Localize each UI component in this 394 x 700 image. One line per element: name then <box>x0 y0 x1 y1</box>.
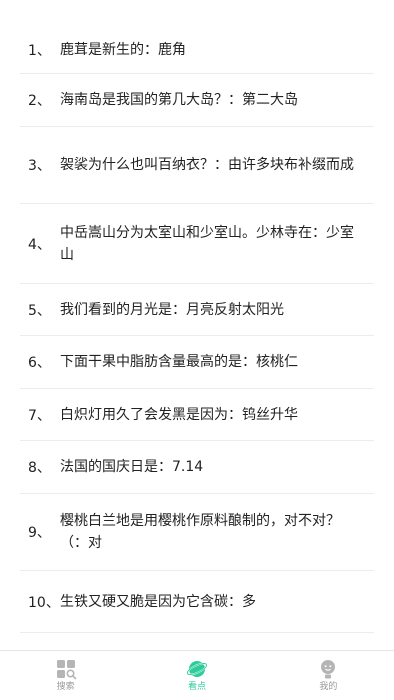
list-item[interactable]: 1、 鹿茸是新生的：鹿角 <box>20 26 374 74</box>
list-item[interactable]: 4、 中岳嵩山分为太室山和少室山。少林寺在：少室山 <box>20 204 374 284</box>
tab-mine[interactable]: 我的 <box>263 651 394 700</box>
item-number: 3、 <box>28 158 51 174</box>
item-text: 鹿茸是新生的：鹿角 <box>60 41 186 58</box>
item-text: 中岳嵩山分为太室山和少室山。少林寺在：少室山 <box>60 224 354 263</box>
item-text: 樱桃白兰地是用樱桃作原料酿制的，对不对？（：对 <box>60 513 340 551</box>
item-text: 海南岛是我国的第几大岛？：第二大岛 <box>60 92 298 108</box>
list-item[interactable]: 3、 袈裟为什么也叫百纳衣？：由许多块布补缀而成 <box>20 127 374 204</box>
item-text: 法国的国庆日是：7.14 <box>60 459 204 475</box>
list-item[interactable]: 9、 樱桃白兰地是用樱桃作原料酿制的，对不对？（：对 <box>20 494 374 571</box>
tab-look[interactable]: 看点 <box>131 651 262 700</box>
item-number: 4、 <box>28 236 51 253</box>
grid-search-icon <box>56 660 76 680</box>
person-icon <box>321 660 336 679</box>
item-number: 7、 <box>28 407 51 424</box>
list-item[interactable]: 7、 白炽灯用久了会发黑是因为：钨丝升华 <box>20 389 374 441</box>
planet-icon <box>186 661 208 677</box>
bottom-tab-bar: 搜索 看点 我的 <box>0 650 394 700</box>
item-number: 1、 <box>28 42 51 59</box>
list-item[interactable]: 5、 我们看到的月光是：月亮反射太阳光 <box>20 284 374 336</box>
item-number: 8、 <box>28 460 51 476</box>
item-number: 9、 <box>28 525 51 541</box>
item-number: 5、 <box>28 302 51 319</box>
item-number: 10、 <box>28 594 60 611</box>
item-text: 我们看到的月光是：月亮反射太阳光 <box>60 301 284 318</box>
list-item[interactable]: 8、 法国的国庆日是：7.14 <box>20 441 374 494</box>
item-text: 袈裟为什么也叫百纳衣？：由许多块布补缀而成 <box>60 157 354 173</box>
list-item[interactable]: 10、 生铁又硬又脆是因为它含碳：多 <box>20 571 374 633</box>
list-item[interactable]: 2、 海南岛是我国的第几大岛？：第二大岛 <box>20 74 374 127</box>
item-text: 生铁又硬又脆是因为它含碳：多 <box>60 593 256 610</box>
item-text: 下面干果中脂肪含量最高的是：核桃仁 <box>60 354 298 370</box>
app-page: 1、 鹿茸是新生的：鹿角 2、 海南岛是我国的第几大岛？：第二大岛 3、 袈裟为… <box>0 0 394 700</box>
item-number: 2、 <box>28 93 51 109</box>
item-text: 白炽灯用久了会发黑是因为：钨丝升华 <box>60 406 298 423</box>
item-number: 6、 <box>28 355 51 371</box>
tab-label: 看点 <box>187 682 206 692</box>
tab-search[interactable]: 搜索 <box>0 651 131 700</box>
tab-label: 我的 <box>319 682 338 692</box>
list-item[interactable]: 6、 下面干果中脂肪含量最高的是：核桃仁 <box>20 336 374 389</box>
tab-label: 搜索 <box>56 682 75 692</box>
